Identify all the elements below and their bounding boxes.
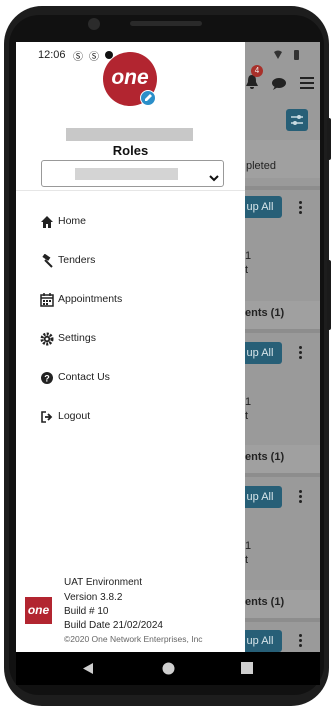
card-line: t xyxy=(245,410,249,422)
hamburger-icon[interactable] xyxy=(300,76,314,89)
role-value-redacted xyxy=(75,168,178,180)
question-circle-icon: ? xyxy=(41,372,53,384)
section-title: ents (1) xyxy=(245,307,285,319)
wifi-battery-icon xyxy=(274,50,299,60)
logo-text: one xyxy=(111,66,149,89)
home-circle-icon[interactable] xyxy=(161,661,176,676)
more-options-icon[interactable] xyxy=(299,346,302,361)
recents-icon[interactable] xyxy=(241,662,253,674)
menu-label: Home xyxy=(58,215,87,227)
menu-label: Appointments xyxy=(58,293,123,305)
more-options-icon[interactable] xyxy=(299,634,302,649)
version-text: Version 3.8.2 xyxy=(64,592,123,603)
menu-label: Settings xyxy=(58,332,96,344)
menu-label: Logout xyxy=(58,410,91,422)
earpiece xyxy=(130,21,202,26)
menu-item-appointments[interactable]: Appointments xyxy=(16,285,245,315)
more-options-icon[interactable] xyxy=(299,490,302,505)
environment-text: UAT Environment xyxy=(64,577,142,588)
home-icon xyxy=(41,216,53,228)
menu-item-tenders[interactable]: Tenders xyxy=(16,246,245,276)
status-sim-icon: Ⓢ xyxy=(73,52,83,63)
card-line: 1 xyxy=(245,250,252,262)
status-filter-bar xyxy=(241,140,320,178)
calendar-icon xyxy=(40,293,54,307)
more-options-icon[interactable] xyxy=(299,201,302,216)
power-button xyxy=(327,118,331,160)
menu-item-home[interactable]: Home xyxy=(16,207,245,237)
status-icons xyxy=(274,48,318,60)
footer-logo-text: one xyxy=(27,603,50,617)
divider xyxy=(16,190,245,191)
build-date-text: Build Date 21/02/2024 xyxy=(64,620,163,631)
edit-avatar-icon[interactable] xyxy=(140,90,156,106)
gear-icon xyxy=(40,332,54,346)
menu-label: Tenders xyxy=(58,254,96,266)
footer-logo: one xyxy=(25,597,52,624)
status-time: 12:06 xyxy=(38,49,66,61)
volume-button xyxy=(327,260,331,330)
card-line: t xyxy=(245,554,249,566)
back-icon[interactable] xyxy=(82,662,94,675)
gavel-icon xyxy=(42,254,53,268)
svg-text:?: ? xyxy=(44,374,50,384)
roles-label: Roles xyxy=(112,143,149,158)
filter-button[interactable] xyxy=(286,109,308,131)
section-title: ents (1) xyxy=(245,596,285,608)
menu-label: Contact Us xyxy=(58,371,110,383)
chat-icon[interactable] xyxy=(272,77,286,90)
copyright-text: ©2020 One Network Enterprises, Inc xyxy=(64,634,203,644)
system-nav-bar xyxy=(16,652,320,685)
notification-badge: 4 xyxy=(251,65,263,77)
navigation-drawer: 12:06 Ⓢ Ⓢ one Roles Home Tenders Appoint… xyxy=(16,42,245,652)
menu-item-settings[interactable]: Settings xyxy=(16,324,245,354)
card-line: 1 xyxy=(245,540,252,552)
menu-item-logout[interactable]: Logout xyxy=(16,402,245,432)
status-sim-icon: Ⓢ xyxy=(89,52,99,63)
roles-select[interactable] xyxy=(41,160,224,187)
section-title: ents (1) xyxy=(245,451,285,463)
camera-icon xyxy=(88,18,100,30)
build-text: Build # 10 xyxy=(64,606,109,617)
user-name-redacted xyxy=(66,128,193,141)
card-line: t xyxy=(245,264,249,276)
card-line: 1 xyxy=(245,396,252,408)
logout-icon xyxy=(41,411,53,423)
menu-item-contact-us[interactable]: ? Contact Us xyxy=(16,363,245,393)
status-text: pleted xyxy=(246,160,276,172)
sliders-icon xyxy=(291,115,303,125)
chevron-down-icon xyxy=(209,169,219,182)
